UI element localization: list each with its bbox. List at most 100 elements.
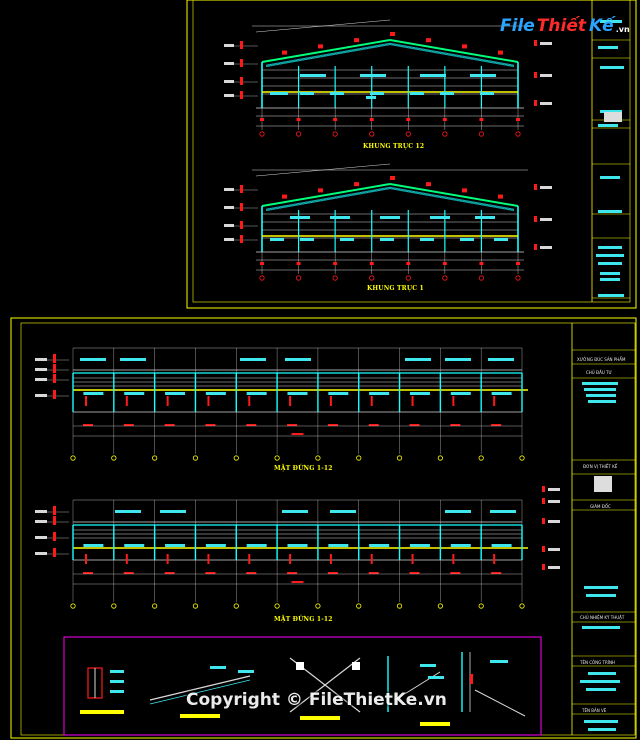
level-tag [53,532,56,541]
member-tag [462,44,467,49]
section-label [330,510,356,513]
dim-tag [369,262,374,265]
detail-label [110,690,124,693]
section-label [160,510,186,513]
elevation-1-drawing[interactable] [35,347,528,461]
section-label [380,238,394,241]
dim-tag [123,424,134,426]
title-block-entry [584,586,618,589]
section-label [120,358,146,361]
member-tag [166,554,169,564]
logo-thiet-text: Thiết [536,16,586,36]
section-label [480,92,494,95]
detail-brace [474,689,526,717]
level-tag [534,72,537,78]
level-tag [240,59,243,67]
dim-tag [406,262,411,265]
member-tag [498,50,503,55]
section-label [490,510,516,513]
roof-rafter [261,183,391,207]
axis-bubble [332,275,338,281]
section-label [491,392,512,395]
dim-tag [291,581,304,583]
detail-plate [296,662,304,670]
section-label [409,392,430,395]
section-label [420,74,446,77]
section-label [410,92,424,95]
details-panel[interactable] [63,636,542,736]
purlin [265,44,391,67]
section-label [450,392,471,395]
detail-label [428,676,444,679]
level-mark [224,44,234,47]
dim-tag [409,424,420,426]
section-label [470,74,496,77]
level-mark [224,206,234,209]
level-tag [240,221,243,229]
level-mark [224,94,234,97]
dim-tag [205,572,216,574]
section-label [440,92,454,95]
level-mark [548,548,560,551]
section-label [205,544,226,547]
axis-bubble [192,455,199,461]
axis-bubble [259,131,265,137]
axis-bubble [356,603,362,609]
section-label [282,510,308,513]
member-tag [166,396,169,406]
title-block-entry [598,210,622,213]
top-sheet-inner-border [192,0,631,303]
level-mark [35,358,47,361]
section-label [328,544,349,547]
level-tag [240,185,243,193]
frame-axis-12-title: KHUNG TRỤC 12 [363,143,425,150]
tb-manager: GIÁM ĐỐC [590,504,611,509]
member-tag [207,554,210,564]
dim-tag [479,118,484,121]
member-tag [282,194,287,199]
member-tag [452,396,455,406]
purlin [265,188,391,211]
elevation-2-drawing[interactable] [35,486,560,609]
level-mark [540,74,552,77]
member-tag [390,176,395,180]
axis-bubble [437,603,443,609]
purlin [265,43,391,66]
level-tag [53,354,56,363]
title-block-entry [600,278,620,281]
dim-tag [491,424,502,426]
axis-bubble [274,603,280,609]
level-mark [548,500,560,503]
member-tag [426,38,431,43]
axis-bubble [442,275,448,281]
level-tag [542,564,545,570]
member-tag [411,554,414,564]
axis-bubble [405,131,411,137]
detail-caption [80,710,124,714]
member-tag [354,182,359,187]
level-mark [224,80,234,83]
dim-tag [246,424,257,426]
dim-tag [368,424,379,426]
axis-bubble [369,131,375,137]
purlin [389,44,515,67]
level-tag [53,516,56,525]
section-label [300,92,314,95]
section-label [340,238,354,241]
axis-bubble [152,603,158,609]
tb-drawing-name: TÊN BẢN VẼ [582,708,607,713]
member-tag [493,396,496,406]
elevation-2-title: MẶT ĐỨNG 1-12 [274,616,333,623]
dim-tag [296,262,301,265]
logo-file-text: File [500,16,535,36]
frame-axis-1-drawing[interactable] [224,163,552,281]
member-tag [207,396,210,406]
axis-bubble [111,603,117,609]
section-label [420,238,434,241]
axis-bubble [111,455,117,461]
section-label [370,92,384,95]
cad-viewport[interactable] [0,0,640,740]
purlin [389,188,515,211]
member-tag [462,188,467,193]
level-tag [542,518,545,524]
